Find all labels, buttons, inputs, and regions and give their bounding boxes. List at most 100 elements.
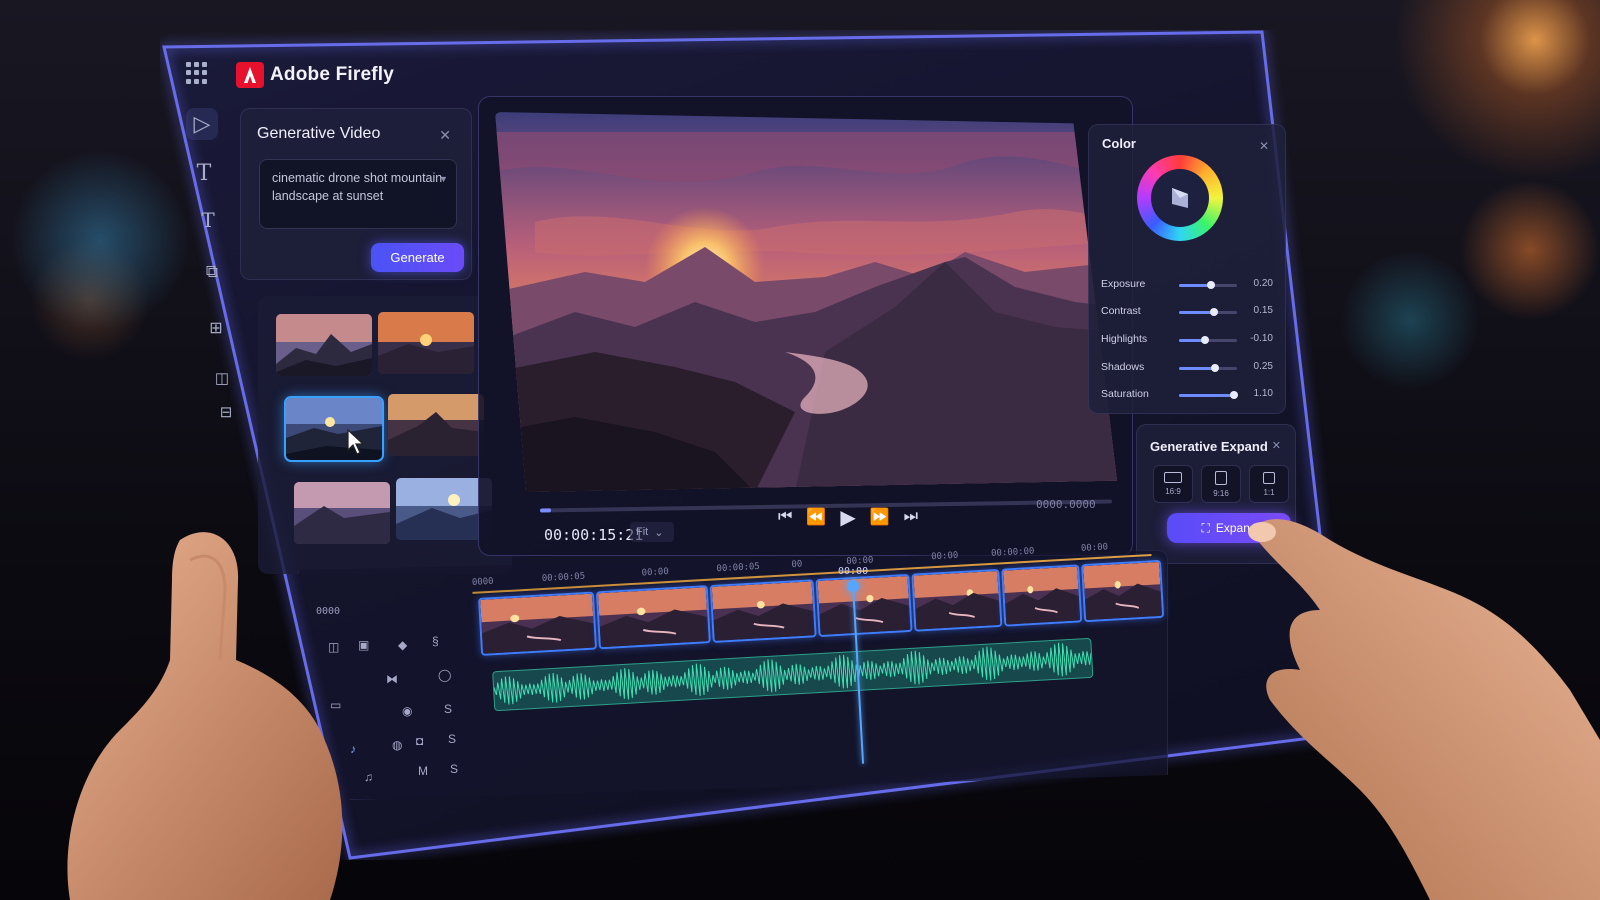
slider-label: Highlights [1101,333,1148,345]
slider-shadows[interactable]: Shadows 0.25 [1101,361,1273,377]
close-icon[interactable]: ✕ [439,127,451,144]
video-clip[interactable] [1081,559,1165,623]
adobe-logo-icon [236,62,264,88]
aspect-ratio-option[interactable]: 9:16 [1201,465,1241,503]
skip-back-icon[interactable]: ⏮ [778,508,792,526]
landscape-frame-icon [1164,472,1182,483]
aspect-ratio-option[interactable]: 16:9 [1153,465,1193,503]
slider-value: -0.10 [1250,333,1273,344]
lock-icon[interactable]: ◯ [438,668,451,682]
ruler-tick-label: 00 [791,559,803,571]
prompt-text: cinematic drone shot mountain landscape … [272,171,443,203]
color-wheel[interactable] [1137,155,1223,241]
slider-value: 0.25 [1253,361,1273,372]
slider-knob[interactable] [1230,391,1239,399]
video-preview[interactable] [495,112,1117,492]
slider-saturation[interactable]: Saturation 1.10 [1101,388,1273,404]
panel-title: Generative Expand [1150,439,1268,454]
panel-title: Generative Video [257,125,381,142]
slider-label: Saturation [1101,388,1149,400]
ruler-tick-label: 00:00 [1080,542,1109,554]
prompt-input[interactable]: cinematic drone shot mountain landscape … [259,159,457,229]
expand-button[interactable]: ⛶ Expand [1167,513,1291,543]
link-icon[interactable]: § [432,634,439,648]
generate-button[interactable]: Generate [371,243,464,272]
aspect-ratio-label: 1:1 [1263,487,1275,497]
generative-expand-panel: Generative Expand ✕ 16:9 9:16 1:1 ⛶ Expa… [1136,424,1296,564]
slider-knob[interactable] [1201,336,1210,344]
layers-icon[interactable]: ⊞ [200,312,232,344]
text-alt-icon[interactable]: T [192,204,224,236]
result-thumbnail[interactable] [388,394,484,456]
playhead-timecode: 00:00 [838,566,869,577]
audio-icon[interactable]: ◫ [206,362,238,394]
camera-icon[interactable]: ▭ [330,698,341,712]
slider-value: 0.15 [1253,305,1273,316]
slider-track[interactable] [1179,308,1237,316]
aspect-ratio-option[interactable]: 1:1 [1249,465,1289,503]
timeline-start-label: 0000 [316,606,341,617]
result-thumbnail[interactable] [276,314,372,376]
slider-track[interactable] [1179,281,1237,289]
chevron-down-icon: ▼ [439,174,448,184]
grid-apps-icon[interactable] [186,62,208,84]
film-icon[interactable]: ▣ [358,638,369,652]
expand-label: Expand [1215,521,1257,535]
ruler-tick-label: 00:00:00 [990,546,1035,559]
slider-track[interactable] [1179,364,1237,372]
ruler-tick-label: 00:00:05 [716,561,761,575]
aspect-ratio-label: 16:9 [1165,487,1181,496]
play-icon[interactable]: ▷ [186,108,218,140]
slider-track[interactable] [1179,391,1239,399]
slider-value: 0.20 [1253,278,1273,289]
color-wheel-center [1151,169,1209,227]
split-icon[interactable]: ⧓ [386,672,398,686]
slider-label: Exposure [1101,278,1146,290]
crop-icon[interactable]: ◫ [328,640,339,654]
close-icon[interactable]: ✕ [1259,139,1269,153]
effects-icon[interactable]: ⧉ [196,256,228,288]
solo-icon[interactable]: S [444,702,452,716]
marker-icon[interactable]: ◆ [398,638,407,652]
slider-exposure[interactable]: Exposure 0.20 [1101,278,1273,294]
slider-knob[interactable] [1209,308,1218,316]
video-clip[interactable] [709,579,817,643]
mute-icon[interactable]: ◍ [392,738,402,752]
expand-icon: ⛶ [1201,520,1210,535]
video-clip[interactable] [595,585,711,650]
video-clip[interactable] [1001,564,1083,627]
eye-icon[interactable]: ◉ [402,704,412,718]
end-timecode: 0000.0000 [1036,498,1096,511]
playhead-handle[interactable] [847,580,859,592]
result-thumbnail-selected[interactable] [284,396,384,462]
step-back-icon[interactable]: ⏪ [806,507,826,527]
mute-icon[interactable]: M [418,764,428,778]
adjust-icon[interactable]: ⊟ [210,396,242,428]
video-clip[interactable] [815,573,913,638]
slider-label: Contrast [1101,305,1141,317]
video-clip[interactable] [911,568,1003,632]
volume-icon[interactable]: ♫ [364,770,373,784]
text-icon[interactable]: T [188,157,220,189]
slider-knob[interactable] [1206,281,1215,289]
playback-progress [540,508,552,513]
audio-track-icon[interactable]: ♪ [350,742,356,756]
tool-rail: ▷ T T ⧉ ⊞ ◫ ⊟ [178,100,233,440]
video-clip[interactable] [478,591,598,656]
mouse-cursor-icon [347,428,365,455]
slider-contrast[interactable]: Contrast 0.15 [1101,305,1273,321]
slider-fill [1179,367,1215,370]
slider-highlights[interactable]: Highlights -0.10 [1101,333,1273,349]
slider-label: Shadows [1101,361,1145,373]
result-thumbnail[interactable] [294,482,390,544]
solo-icon[interactable]: S [450,762,458,776]
slider-track[interactable] [1179,336,1237,344]
generative-video-panel: Generative Video ✕ cinematic drone shot … [240,108,472,280]
close-icon[interactable]: ✕ [1272,439,1281,452]
panel-title: Color [1102,136,1136,151]
solo-icon[interactable]: S [448,732,456,746]
result-thumbnail[interactable] [378,312,474,374]
slider-knob[interactable] [1210,364,1219,372]
cube-icon [1172,188,1188,208]
record-icon[interactable]: ◘ [416,734,423,748]
